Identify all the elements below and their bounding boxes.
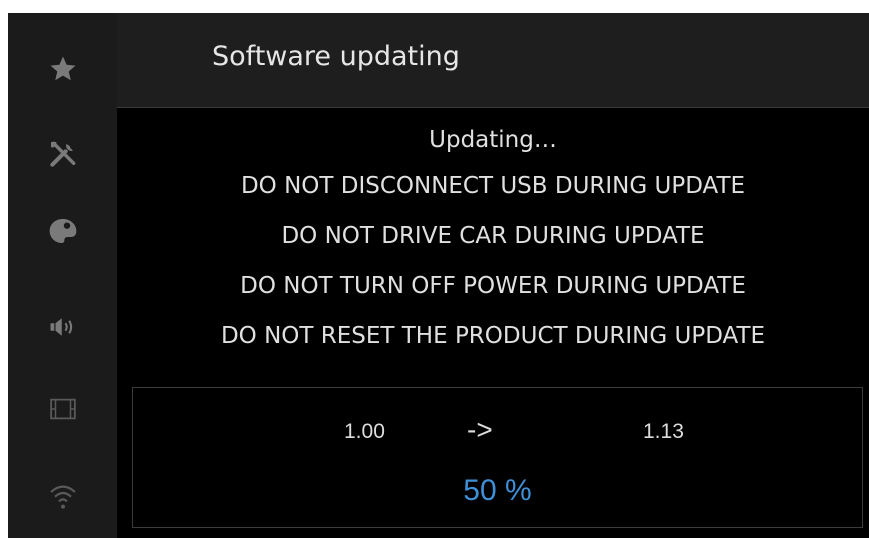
target-version: 1.13: [643, 420, 684, 443]
current-version: 1.00: [344, 420, 385, 443]
star-icon: [50, 56, 75, 81]
theme-button[interactable]: [8, 201, 117, 261]
palette-icon: [49, 219, 76, 243]
settings-button[interactable]: [8, 124, 117, 184]
header: Software updating: [117, 13, 869, 108]
warning-messages: Updating… DO NOT DISCONNECT USB DURING U…: [117, 123, 869, 361]
version-panel: 1.00 -> 1.13 50 %: [132, 387, 863, 528]
sound-button[interactable]: [8, 297, 117, 357]
film-icon: [49, 398, 76, 420]
status-text: Updating…: [429, 127, 557, 153]
warning-drive: DO NOT DRIVE CAR DURING UPDATE: [281, 223, 705, 249]
warning-usb: DO NOT DISCONNECT USB DURING UPDATE: [240, 173, 746, 199]
sidebar: [8, 13, 117, 538]
update-screen: Software updating Updating… DO NOT DISCO…: [8, 13, 869, 538]
progress-percent: 50 %: [463, 474, 532, 507]
wifi-icon: [49, 485, 76, 509]
version-arrow: ->: [467, 414, 493, 445]
page-title: Software updating: [212, 41, 460, 72]
connectivity-button[interactable]: [8, 466, 117, 526]
speaker-icon: [50, 318, 72, 336]
media-button[interactable]: [8, 379, 117, 439]
warning-power: DO NOT TURN OFF POWER DURING UPDATE: [240, 273, 746, 299]
warning-reset: DO NOT RESET THE PRODUCT DURING UPDATE: [220, 323, 766, 349]
tools-icon: [49, 141, 75, 167]
favorites-button[interactable]: [8, 39, 117, 99]
